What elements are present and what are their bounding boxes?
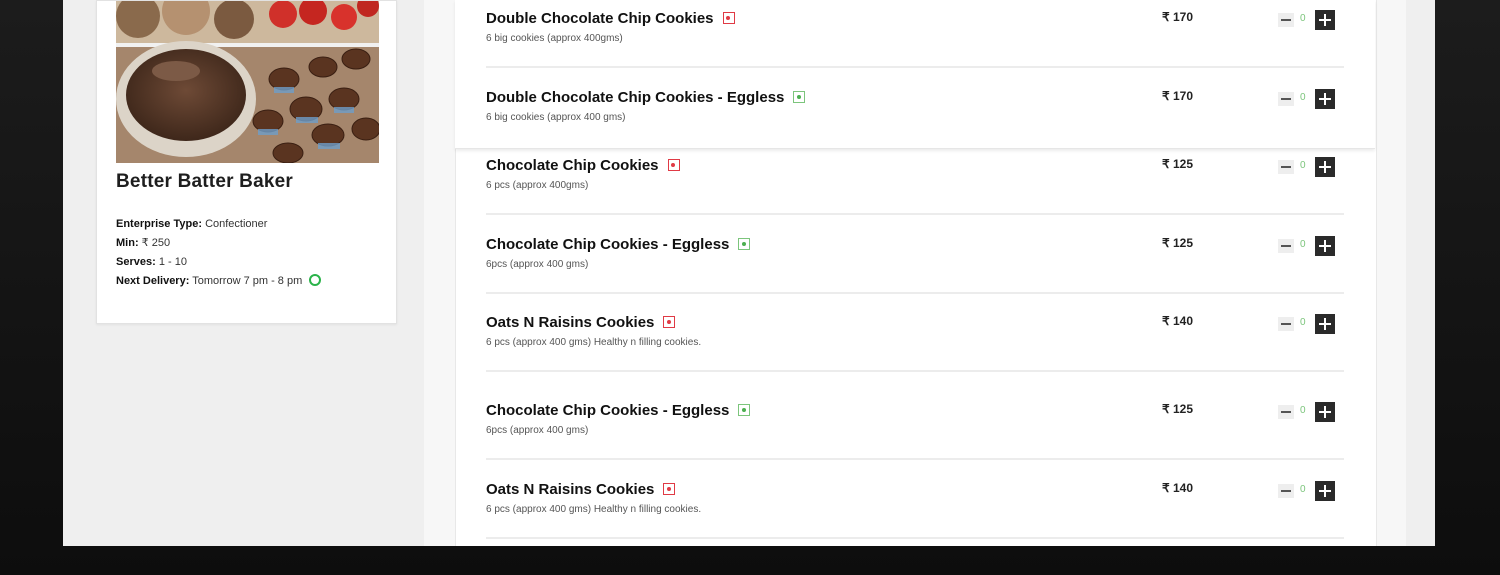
item-name: Double Chocolate Chip Cookies [486,10,735,27]
min-order-value: ₹ 250 [141,237,171,249]
menu-item: Oats N Raisins Cookies 6 pcs (approx 400… [486,304,1344,364]
item-price: ₹ 170 [1162,10,1193,24]
cakes-image [116,1,379,163]
item-price: ₹ 125 [1162,236,1193,250]
quantity-count: 0 [1300,405,1306,416]
item-price: ₹ 125 [1162,157,1193,171]
item-description: 6 pcs (approx 400 gms) Healthy n filling… [486,337,702,348]
app-screen: Better Batter Baker Enterprise Type: Con… [63,0,1435,546]
item-divider [486,292,1344,294]
item-divider [486,537,1344,539]
increase-quantity-button[interactable] [1315,236,1335,256]
menu-item: Chocolate Chip Cookies - Eggless 6pcs (a… [486,226,1344,286]
next-delivery-value: Tomorrow 7 pm - 8 pm [192,275,303,287]
item-price: ₹ 140 [1162,314,1193,328]
increase-quantity-button[interactable] [1315,10,1335,30]
baker-name: Better Batter Baker [116,171,293,192]
serves-row: Serves: 1 - 10 [116,253,321,272]
baker-photo [116,1,379,163]
item-description: 6 big cookies (approx 400 gms) [486,112,626,123]
quantity-count: 0 [1300,92,1306,103]
decrease-quantity-button[interactable] [1278,484,1294,498]
veg-icon [793,91,806,103]
quantity-stepper: 0 [1278,481,1346,501]
decrease-quantity-button[interactable] [1278,239,1294,253]
baker-info-card: Better Batter Baker Enterprise Type: Con… [96,0,397,324]
quantity-stepper: 0 [1278,402,1346,422]
baker-details: Enterprise Type: Confectioner Min: ₹ 250… [116,215,322,291]
item-price: ₹ 140 [1162,481,1193,495]
increase-quantity-button[interactable] [1315,402,1335,422]
quantity-count: 0 [1300,317,1306,328]
item-divider [486,213,1344,215]
non-veg-icon [667,159,680,171]
increase-quantity-button[interactable] [1315,89,1335,109]
veg-icon [738,238,751,250]
item-name: Oats N Raisins Cookies [486,481,676,498]
quantity-count: 0 [1300,484,1306,495]
quantity-count: 0 [1300,160,1306,171]
enterprise-type-label: Enterprise Type: [116,218,202,230]
item-divider [486,370,1344,372]
menu-item: Double Chocolate Chip Cookies 6 big cook… [486,0,1344,60]
quantity-stepper: 0 [1278,236,1346,256]
menu-item: Oats N Raisins Cookies 6 pcs (approx 400… [486,471,1344,531]
min-order-label: Min: [116,237,139,249]
enterprise-type-value: Confectioner [205,218,268,230]
decrease-quantity-button[interactable] [1278,13,1294,27]
item-price: ₹ 125 [1162,402,1193,416]
veg-icon [738,404,751,416]
serves-value: 1 - 10 [158,256,187,268]
item-divider [486,66,1344,68]
item-name: Oats N Raisins Cookies [486,314,676,331]
decrease-quantity-button[interactable] [1278,317,1294,331]
item-name: Chocolate Chip Cookies - Eggless [486,236,751,253]
quantity-stepper: 0 [1278,10,1346,30]
increase-quantity-button[interactable] [1315,314,1335,334]
quantity-count: 0 [1300,13,1306,24]
next-delivery-label: Next Delivery: [116,275,190,287]
quantity-stepper: 0 [1278,157,1346,177]
item-description: 6pcs (approx 400 gms) [486,425,589,436]
non-veg-icon [663,483,676,495]
quantity-stepper: 0 [1278,314,1346,334]
min-order-row: Min: ₹ 250 [116,234,321,253]
increase-quantity-button[interactable] [1315,481,1335,501]
next-delivery-row: Next Delivery: Tomorrow 7 pm - 8 pm [116,272,322,291]
menu-item: Chocolate Chip Cookies 6 pcs (approx 400… [486,147,1344,207]
enterprise-type-row: Enterprise Type: Confectioner [116,215,321,234]
decrease-quantity-button[interactable] [1278,160,1294,174]
non-veg-icon [663,316,676,328]
serves-label: Serves: [116,256,156,268]
item-name: Chocolate Chip Cookies - Eggless [486,402,751,419]
item-description: 6 big cookies (approx 400gms) [486,33,623,44]
non-veg-icon [722,12,735,24]
item-name: Chocolate Chip Cookies [486,157,680,174]
quantity-stepper: 0 [1278,89,1346,109]
decrease-quantity-button[interactable] [1278,405,1294,419]
quantity-count: 0 [1300,239,1306,250]
item-description: 6 pcs (approx 400gms) [486,180,589,191]
item-divider [486,458,1344,460]
menu-item: Double Chocolate Chip Cookies - Eggless … [486,79,1344,139]
item-description: 6 pcs (approx 400 gms) Healthy n filling… [486,504,702,515]
increase-quantity-button[interactable] [1315,157,1335,177]
menu-item: Chocolate Chip Cookies - Eggless 6pcs (a… [486,392,1344,452]
decrease-quantity-button[interactable] [1278,92,1294,106]
item-description: 6pcs (approx 400 gms) [486,259,589,270]
delivery-status-icon [309,274,322,286]
item-price: ₹ 170 [1162,89,1193,103]
item-name: Double Chocolate Chip Cookies - Eggless [486,89,806,106]
